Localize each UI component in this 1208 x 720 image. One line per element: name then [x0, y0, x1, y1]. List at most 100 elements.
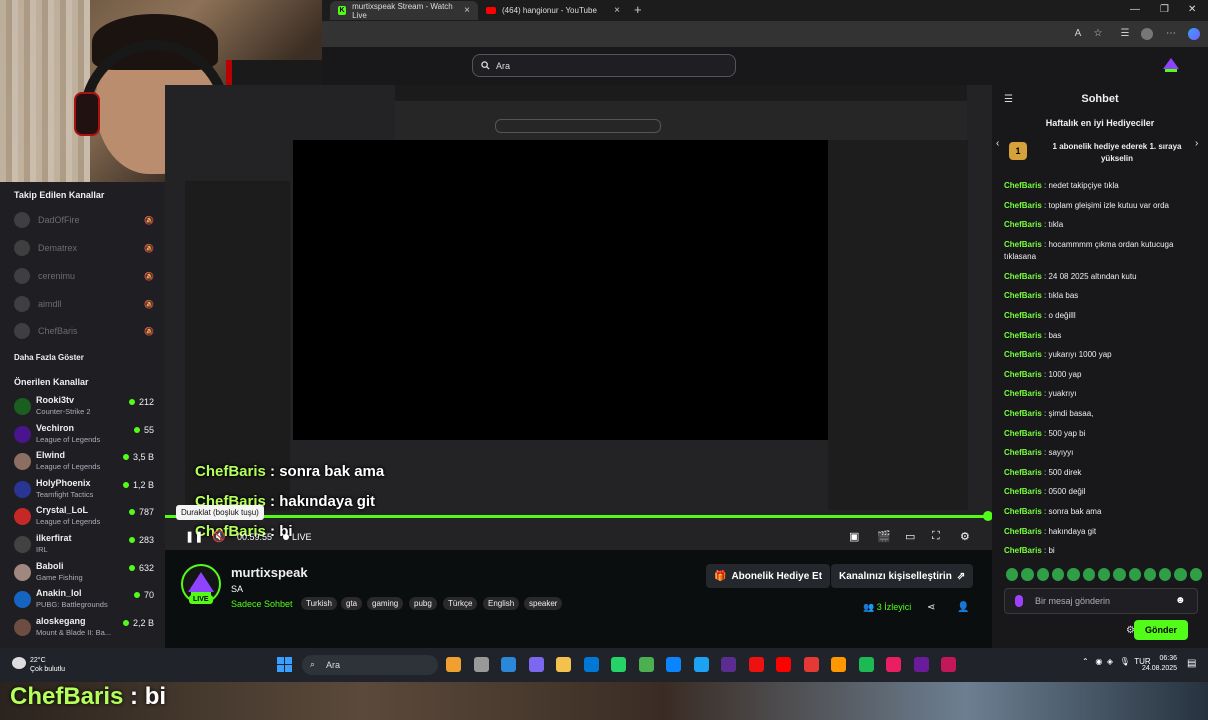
- progress-bar[interactable]: [165, 515, 988, 518]
- taskbar-app-icon[interactable]: [473, 657, 489, 672]
- tag[interactable]: Türkçe: [443, 597, 478, 610]
- clip-icon[interactable]: 🎬: [877, 530, 891, 543]
- weather-widget[interactable]: 22°C Çok bulutlu: [30, 656, 65, 674]
- emoji-picker-icon[interactable]: ☻: [1175, 595, 1186, 606]
- chat-username[interactable]: ChefBaris: [1004, 311, 1042, 320]
- mute-icon[interactable]: 🔇: [212, 530, 226, 543]
- windows-start-icon[interactable]: [277, 657, 292, 672]
- recommended-channel-item[interactable]: Baboli Game Fishing 632: [14, 561, 156, 587]
- tag[interactable]: Turkish: [301, 597, 337, 610]
- recommended-channel-item[interactable]: ilkerfirat IRL 283: [14, 533, 156, 559]
- new-tab-button[interactable]: +: [634, 2, 642, 17]
- show-more-link[interactable]: Daha Fazla Göster: [14, 353, 84, 362]
- emote-icon[interactable]: [1021, 568, 1034, 581]
- chat-username[interactable]: ChefBaris: [1004, 272, 1042, 281]
- emote-icon[interactable]: [1189, 568, 1203, 581]
- taskbar-app-icon[interactable]: [501, 657, 516, 672]
- chat-username[interactable]: ChefBaris: [1004, 409, 1042, 418]
- emote-icon[interactable]: [1082, 568, 1095, 581]
- stream-category[interactable]: Sadece Sohbet: [231, 599, 293, 609]
- chat-username[interactable]: ChefBaris: [1004, 429, 1042, 438]
- fullscreen-icon[interactable]: ⛶: [932, 530, 940, 543]
- notification-icon[interactable]: ▤: [1187, 658, 1196, 669]
- followed-channel-item[interactable]: cerenimu 🔕: [14, 266, 154, 286]
- taskbar-app-icon[interactable]: [666, 657, 681, 672]
- close-window-icon[interactable]: ✕: [1188, 4, 1196, 15]
- tray-app-icon[interactable]: ◉: [1095, 657, 1102, 666]
- followed-channel-item[interactable]: ChefBaris 🔕: [14, 321, 154, 341]
- taskbar-app-icon[interactable]: [748, 657, 764, 672]
- emote-icon[interactable]: [1097, 568, 1111, 581]
- customize-channel-button[interactable]: Kanalınızı kişiselleştirin ⇗: [831, 564, 974, 588]
- theater-mode-icon[interactable]: ▭: [905, 530, 915, 543]
- chat-input[interactable]: Bir mesaj gönderin ☻: [1004, 588, 1198, 614]
- tray-chevron-icon[interactable]: ⌃: [1082, 657, 1089, 666]
- tray-app-icon[interactable]: ◈: [1107, 657, 1113, 666]
- chevron-left-icon[interactable]: ‹: [996, 138, 999, 149]
- settings-gear-icon[interactable]: ⚙: [960, 530, 970, 543]
- emote-icon[interactable]: [1051, 568, 1065, 581]
- video-player[interactable]: ChefBaris : sonra bak ama ChefBaris : ha…: [165, 85, 992, 550]
- followed-channel-item[interactable]: aimdll 🔕: [14, 294, 154, 314]
- taskbar-app-icon[interactable]: [583, 657, 599, 672]
- chevron-right-icon[interactable]: ›: [1195, 138, 1198, 149]
- taskbar-app-icon[interactable]: [446, 657, 461, 672]
- send-button[interactable]: Gönder: [1134, 620, 1188, 640]
- recommended-channel-item[interactable]: Crystal_LoL League of Legends 787: [14, 505, 156, 531]
- more-options-icon[interactable]: ⋯: [1165, 28, 1177, 40]
- collections-icon[interactable]: ☰: [1119, 28, 1131, 40]
- chat-username[interactable]: ChefBaris: [1004, 389, 1042, 398]
- gift-subscription-button[interactable]: 🎁 Abonelik Hediye Et: [706, 564, 831, 588]
- emote-icon[interactable]: [1143, 568, 1157, 581]
- recommended-channel-item[interactable]: Rooki3tv Counter-Strike 2 212: [14, 395, 156, 421]
- chat-username[interactable]: ChefBaris: [1004, 527, 1042, 536]
- tag[interactable]: gaming: [367, 597, 404, 610]
- taskbar-app-icon[interactable]: [638, 657, 654, 672]
- tag[interactable]: English: [483, 597, 520, 610]
- live-indicator[interactable]: LIVE: [283, 532, 312, 542]
- progress-scrubber[interactable]: [982, 511, 992, 521]
- chat-username[interactable]: ChefBaris: [1004, 448, 1042, 457]
- taskbar-app-icon[interactable]: [776, 657, 791, 672]
- search-input[interactable]: Ara: [472, 54, 736, 77]
- taskbar-search[interactable]: Ara ⌕: [302, 655, 438, 675]
- tag[interactable]: speaker: [524, 597, 563, 610]
- taskbar-app-icon[interactable]: [886, 657, 901, 672]
- emote-icon[interactable]: [1067, 568, 1080, 581]
- recommended-channel-item[interactable]: aloskegang Mount & Blade II: Ba... 2,2 B: [14, 616, 156, 642]
- pause-icon[interactable]: ❚❚: [185, 530, 203, 543]
- followed-channel-item[interactable]: DadOfFire 🔕: [14, 210, 154, 230]
- taskbar-app-icon[interactable]: [831, 657, 846, 672]
- chat-username[interactable]: ChefBaris: [1004, 487, 1042, 496]
- taskbar-app-icon[interactable]: [941, 657, 956, 672]
- emote-icon[interactable]: [1036, 568, 1049, 581]
- chat-username[interactable]: ChefBaris: [1004, 291, 1042, 300]
- miniplayer-icon[interactable]: ▣: [849, 530, 859, 543]
- tab-kick-stream[interactable]: K murtixspeak Stream - Watch Live ×: [330, 1, 478, 20]
- recommended-channel-item[interactable]: HolyPhoenix Teamfight Tactics 1,2 B: [14, 478, 156, 504]
- chat-username[interactable]: ChefBaris: [1004, 507, 1042, 516]
- recommended-channel-item[interactable]: Anakin_lol PUBG: Battlegrounds 70: [14, 588, 156, 614]
- read-aloud-icon[interactable]: A: [1072, 28, 1084, 40]
- close-tab-icon[interactable]: ×: [464, 5, 470, 16]
- taskbar-app-icon[interactable]: [913, 657, 929, 672]
- chat-username[interactable]: ChefBaris: [1004, 546, 1042, 555]
- chat-username[interactable]: ChefBaris: [1004, 201, 1042, 210]
- followed-channel-item[interactable]: Dematrex 🔕: [14, 238, 154, 258]
- tray-mic-icon[interactable]: 🎙: [1120, 657, 1130, 666]
- chat-username[interactable]: ChefBaris: [1004, 240, 1042, 249]
- chat-username[interactable]: ChefBaris: [1004, 220, 1042, 229]
- channel-name[interactable]: murtixspeak: [231, 565, 308, 580]
- recommended-channel-item[interactable]: Elwind League of Legends 3,5 B: [14, 450, 156, 476]
- taskbar-app-icon[interactable]: [693, 657, 709, 672]
- chat-username[interactable]: ChefBaris: [1004, 350, 1042, 359]
- share-icon[interactable]: ⋖: [927, 602, 935, 613]
- taskbar-app-icon[interactable]: [721, 657, 736, 672]
- taskbar-clock[interactable]: 06:36 24.08.2025: [1142, 654, 1177, 674]
- chat-username[interactable]: ChefBaris: [1004, 331, 1042, 340]
- emote-icon[interactable]: [1159, 568, 1172, 581]
- favorite-star-icon[interactable]: ☆: [1092, 28, 1104, 40]
- taskbar-app-icon[interactable]: [556, 657, 571, 672]
- close-tab-icon[interactable]: ×: [614, 5, 620, 16]
- taskbar-app-icon[interactable]: [803, 657, 819, 672]
